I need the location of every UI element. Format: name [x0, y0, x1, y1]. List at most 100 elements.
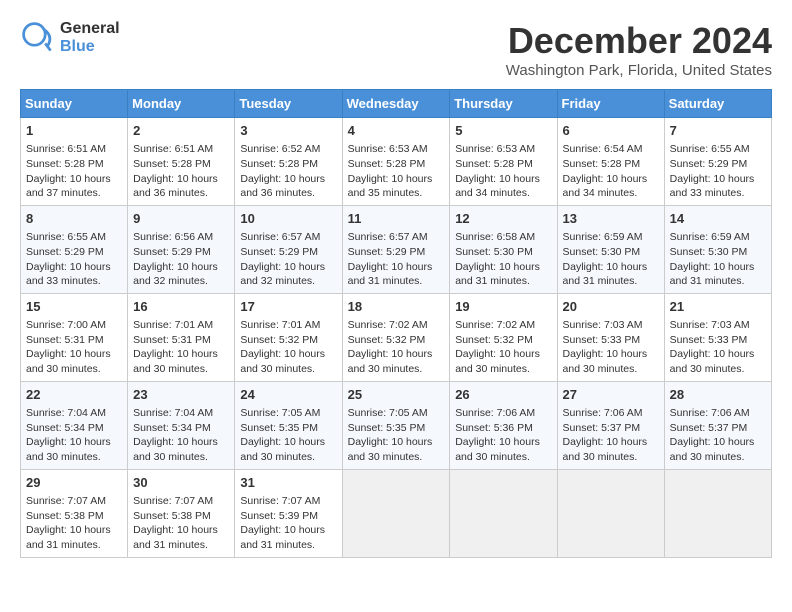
- calendar-cell: 11 Sunrise: 6:57 AM Sunset: 5:29 PM Dayli…: [342, 205, 450, 293]
- calendar-cell: 7 Sunrise: 6:55 AM Sunset: 5:29 PM Daylig…: [664, 118, 771, 206]
- day-number: 24: [240, 386, 336, 404]
- calendar-cell: 6Sunrise: 6:54 AM Sunset: 5:28 PM Daylig…: [557, 118, 664, 206]
- calendar-cell: 10Sunrise: 6:57 AM Sunset: 5:29 PM Dayli…: [235, 205, 342, 293]
- day-info: Sunrise: 7:06 AM Sunset: 5:37 PM Dayligh…: [670, 406, 766, 465]
- day-number: 12: [455, 210, 551, 228]
- calendar-cell: 2 Sunrise: 6:51 AM Sunset: 5:28 PM Daylig…: [128, 118, 235, 206]
- calendar-cell: 24 Sunrise: 7:05 AM Sunset: 5:35 PM Dayli…: [235, 381, 342, 469]
- day-info: Sunrise: 7:04 AM Sunset: 5:34 PM Dayligh…: [26, 406, 122, 465]
- calendar-cell: 12 Sunrise: 6:58 AM Sunset: 5:30 PM Dayli…: [450, 205, 557, 293]
- calendar-cell: 23 Sunrise: 7:04 AM Sunset: 5:34 PM Dayli…: [128, 381, 235, 469]
- day-number: 9: [133, 210, 229, 228]
- day-number: 5: [455, 122, 551, 140]
- day-number: 16: [133, 298, 229, 316]
- day-info: Sunrise: 6:57 AM Sunset: 5:29 PM Dayligh…: [348, 230, 445, 289]
- calendar-week-1: 1 Sunrise: 6:51 AM Sunset: 5:28 PM Daylig…: [21, 118, 772, 206]
- day-number: 22: [26, 386, 122, 404]
- calendar-cell: 5Sunrise: 6:53 AM Sunset: 5:28 PM Daylig…: [450, 118, 557, 206]
- day-number: 27: [563, 386, 659, 404]
- calendar-cell: 21 Sunrise: 7:03 AM Sunset: 5:33 PM Dayli…: [664, 293, 771, 381]
- day-number: 14: [670, 210, 766, 228]
- day-number: 19: [455, 298, 551, 316]
- day-info: Sunrise: 6:51 AM Sunset: 5:28 PM Dayligh…: [133, 142, 229, 201]
- day-info: Sunrise: 7:05 AM Sunset: 5:35 PM Dayligh…: [348, 406, 445, 465]
- title-block: December 2024 Washington Park, Florida, …: [506, 20, 772, 79]
- day-number: 7: [670, 122, 766, 140]
- logo-subtext: Blue: [60, 38, 120, 56]
- day-info: Sunrise: 7:04 AM Sunset: 5:34 PM Dayligh…: [133, 406, 229, 465]
- calendar-cell: 8 Sunrise: 6:55 AM Sunset: 5:29 PM Daylig…: [21, 205, 128, 293]
- calendar-cell: 26Sunrise: 7:06 AM Sunset: 5:36 PM Dayli…: [450, 381, 557, 469]
- day-info: Sunrise: 7:07 AM Sunset: 5:39 PM Dayligh…: [240, 494, 336, 553]
- day-info: Sunrise: 7:02 AM Sunset: 5:32 PM Dayligh…: [455, 318, 551, 377]
- day-number: 8: [26, 210, 122, 228]
- day-number: 13: [563, 210, 659, 228]
- day-info: Sunrise: 7:03 AM Sunset: 5:33 PM Dayligh…: [670, 318, 766, 377]
- logo-text: General: [60, 20, 120, 38]
- weekday-header-friday: Friday: [557, 90, 664, 118]
- day-info: Sunrise: 6:56 AM Sunset: 5:29 PM Dayligh…: [133, 230, 229, 289]
- day-info: Sunrise: 6:55 AM Sunset: 5:29 PM Dayligh…: [670, 142, 766, 201]
- calendar-cell: 14Sunrise: 6:59 AM Sunset: 5:30 PM Dayli…: [664, 205, 771, 293]
- weekday-header-thursday: Thursday: [450, 90, 557, 118]
- calendar-cell: 29Sunrise: 7:07 AM Sunset: 5:38 PM Dayli…: [21, 469, 128, 557]
- day-number: 26: [455, 386, 551, 404]
- weekday-header-saturday: Saturday: [664, 90, 771, 118]
- day-number: 21: [670, 298, 766, 316]
- day-number: 4: [348, 122, 445, 140]
- calendar-cell: 9 Sunrise: 6:56 AM Sunset: 5:29 PM Daylig…: [128, 205, 235, 293]
- calendar-cell: 15Sunrise: 7:00 AM Sunset: 5:31 PM Dayli…: [21, 293, 128, 381]
- day-number: 18: [348, 298, 445, 316]
- day-number: 3: [240, 122, 336, 140]
- weekday-header-row: SundayMondayTuesdayWednesdayThursdayFrid…: [21, 90, 772, 118]
- header: General Blue December 2024 Washington Pa…: [20, 20, 772, 79]
- day-number: 6: [563, 122, 659, 140]
- day-number: 2: [133, 122, 229, 140]
- day-info: Sunrise: 6:53 AM Sunset: 5:28 PM Dayligh…: [348, 142, 445, 201]
- day-number: 25: [348, 386, 445, 404]
- calendar-cell: 18 Sunrise: 7:02 AM Sunset: 5:32 PM Dayli…: [342, 293, 450, 381]
- month-title: December 2024: [506, 20, 772, 62]
- day-number: 31: [240, 474, 336, 492]
- day-number: 1: [26, 122, 122, 140]
- day-info: Sunrise: 6:59 AM Sunset: 5:30 PM Dayligh…: [563, 230, 659, 289]
- calendar-cell: 17Sunrise: 7:01 AM Sunset: 5:32 PM Dayli…: [235, 293, 342, 381]
- day-info: Sunrise: 6:52 AM Sunset: 5:28 PM Dayligh…: [240, 142, 336, 201]
- day-info: Sunrise: 6:57 AM Sunset: 5:29 PM Dayligh…: [240, 230, 336, 289]
- calendar-cell: 25 Sunrise: 7:05 AM Sunset: 5:35 PM Dayli…: [342, 381, 450, 469]
- day-info: Sunrise: 7:06 AM Sunset: 5:37 PM Dayligh…: [563, 406, 659, 465]
- calendar-cell: 31 Sunrise: 7:07 AM Sunset: 5:39 PM Dayli…: [235, 469, 342, 557]
- day-number: 23: [133, 386, 229, 404]
- calendar-cell: 16Sunrise: 7:01 AM Sunset: 5:31 PM Dayli…: [128, 293, 235, 381]
- calendar-cell: [557, 469, 664, 557]
- day-number: 17: [240, 298, 336, 316]
- location-title: Washington Park, Florida, United States: [506, 62, 772, 79]
- day-number: 20: [563, 298, 659, 316]
- calendar-cell: 4 Sunrise: 6:53 AM Sunset: 5:28 PM Daylig…: [342, 118, 450, 206]
- day-info: Sunrise: 7:00 AM Sunset: 5:31 PM Dayligh…: [26, 318, 122, 377]
- calendar-body: 1 Sunrise: 6:51 AM Sunset: 5:28 PM Daylig…: [21, 118, 772, 558]
- day-info: Sunrise: 7:02 AM Sunset: 5:32 PM Dayligh…: [348, 318, 445, 377]
- calendar-cell: 28Sunrise: 7:06 AM Sunset: 5:37 PM Dayli…: [664, 381, 771, 469]
- day-number: 11: [348, 210, 445, 228]
- day-info: Sunrise: 6:58 AM Sunset: 5:30 PM Dayligh…: [455, 230, 551, 289]
- weekday-header-tuesday: Tuesday: [235, 90, 342, 118]
- calendar-cell: 22 Sunrise: 7:04 AM Sunset: 5:34 PM Dayli…: [21, 381, 128, 469]
- calendar-cell: 27 Sunrise: 7:06 AM Sunset: 5:37 PM Dayli…: [557, 381, 664, 469]
- calendar-cell: 13 Sunrise: 6:59 AM Sunset: 5:30 PM Dayli…: [557, 205, 664, 293]
- calendar-cell: [664, 469, 771, 557]
- calendar-week-3: 15Sunrise: 7:00 AM Sunset: 5:31 PM Dayli…: [21, 293, 772, 381]
- calendar-cell: 20Sunrise: 7:03 AM Sunset: 5:33 PM Dayli…: [557, 293, 664, 381]
- calendar-cell: 19 Sunrise: 7:02 AM Sunset: 5:32 PM Dayli…: [450, 293, 557, 381]
- logo-icon: [20, 20, 56, 56]
- day-info: Sunrise: 7:05 AM Sunset: 5:35 PM Dayligh…: [240, 406, 336, 465]
- day-info: Sunrise: 7:07 AM Sunset: 5:38 PM Dayligh…: [133, 494, 229, 553]
- page-container: General Blue December 2024 Washington Pa…: [20, 20, 772, 558]
- calendar-header: SundayMondayTuesdayWednesdayThursdayFrid…: [21, 90, 772, 118]
- calendar-cell: 1Sunrise: 6:51 AM Sunset: 5:28 PM Daylig…: [21, 118, 128, 206]
- day-info: Sunrise: 6:55 AM Sunset: 5:29 PM Dayligh…: [26, 230, 122, 289]
- calendar-cell: 3 Sunrise: 6:52 AM Sunset: 5:28 PM Daylig…: [235, 118, 342, 206]
- calendar-week-4: 22 Sunrise: 7:04 AM Sunset: 5:34 PM Dayli…: [21, 381, 772, 469]
- calendar-week-2: 8 Sunrise: 6:55 AM Sunset: 5:29 PM Daylig…: [21, 205, 772, 293]
- weekday-header-monday: Monday: [128, 90, 235, 118]
